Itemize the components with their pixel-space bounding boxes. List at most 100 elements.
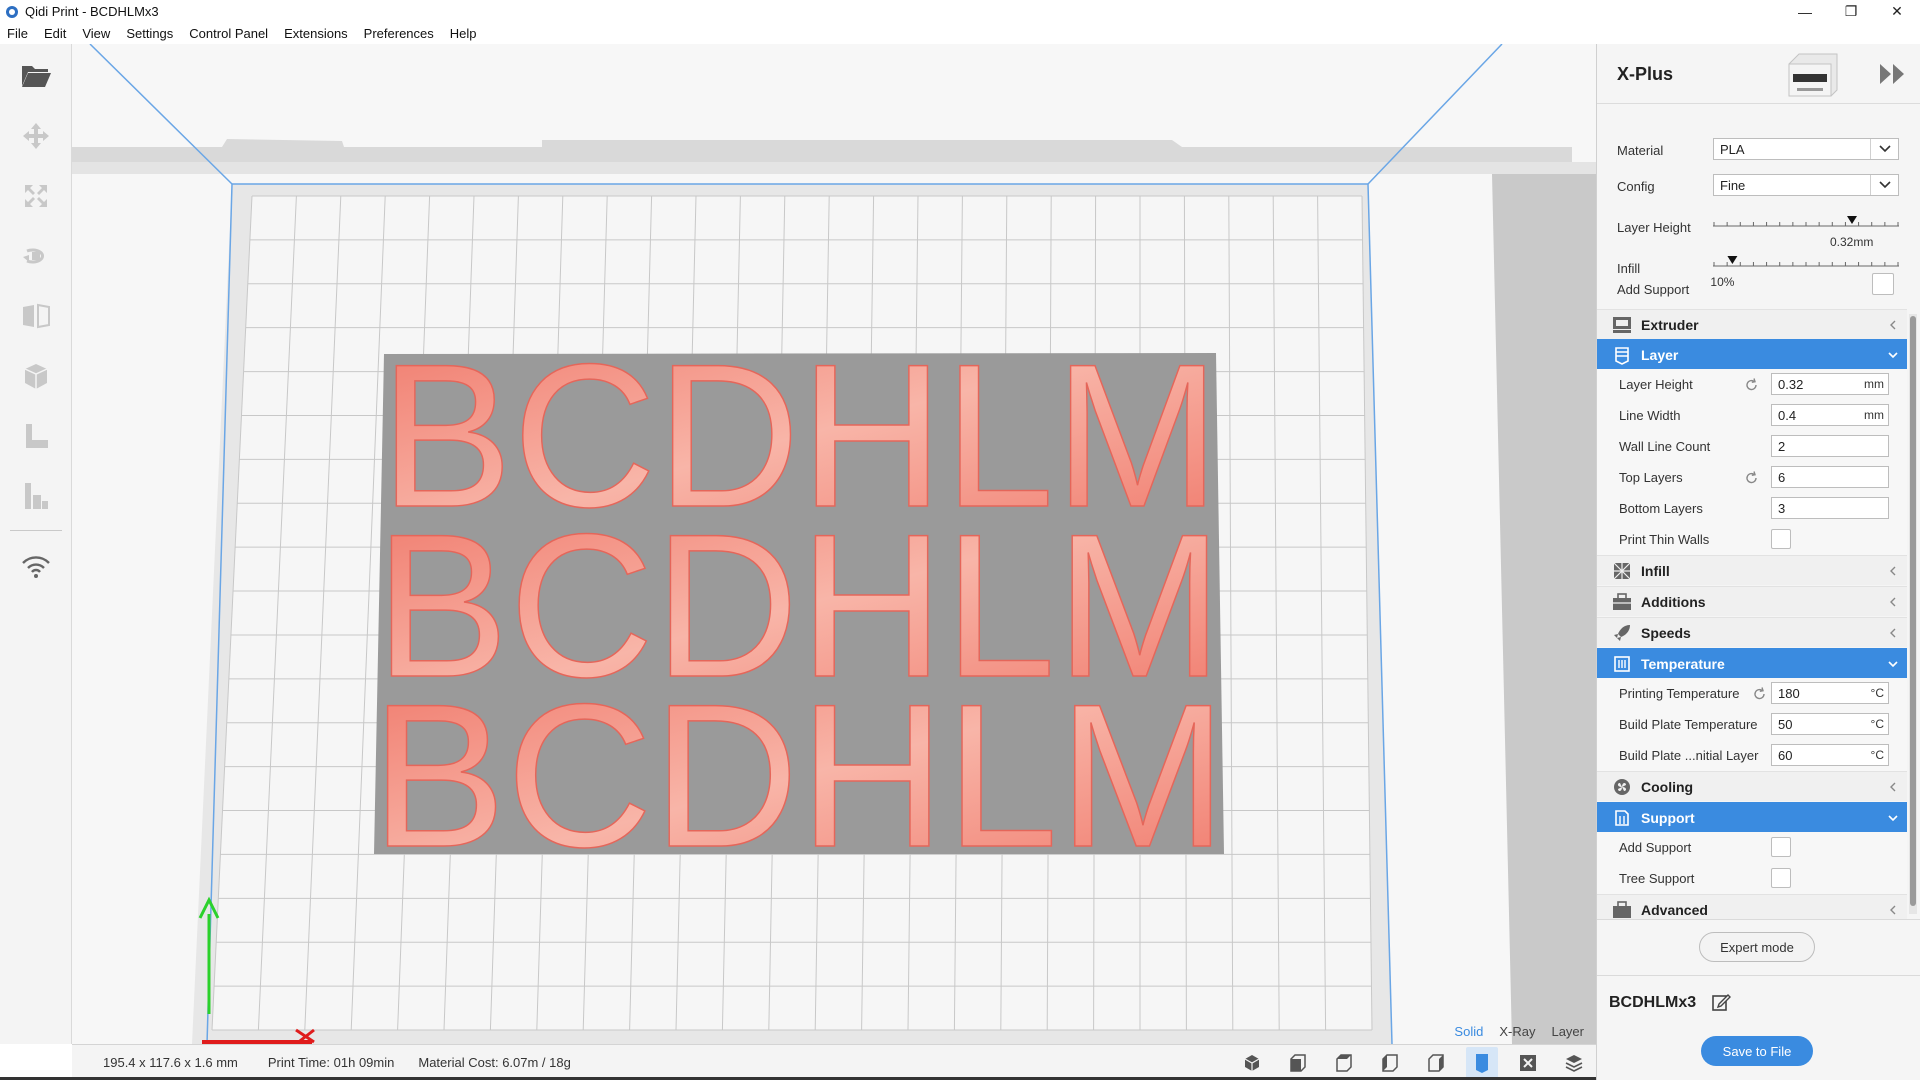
printing-temperature-value: 180 bbox=[1778, 685, 1800, 701]
menu-edit[interactable]: Edit bbox=[36, 26, 74, 41]
menu-bar: File Edit View Settings Control Panel Ex… bbox=[0, 23, 1920, 44]
window-title: Qidi Print - BCDHLMx3 bbox=[25, 4, 159, 19]
category-cooling[interactable]: Cooling bbox=[1597, 771, 1907, 801]
top-layers-input[interactable]: 6 bbox=[1771, 466, 1889, 488]
xray-view-button[interactable] bbox=[1512, 1047, 1544, 1079]
move-button[interactable] bbox=[16, 116, 56, 156]
infill-slider[interactable] bbox=[1713, 256, 1901, 272]
advanced-icon bbox=[1613, 900, 1631, 918]
viewport-3d[interactable]: BCDHLMBCDHLMBCDHLM Y Solid X-Ray Layer bbox=[72, 44, 1596, 1044]
category-speeds[interactable]: Speeds bbox=[1597, 617, 1907, 647]
category-advanced-label: Advanced bbox=[1641, 901, 1708, 918]
lay-flat-button[interactable] bbox=[16, 476, 56, 516]
layer-height-input[interactable]: 0.32 mm bbox=[1771, 373, 1889, 395]
view-mode-solid[interactable]: Solid bbox=[1454, 1024, 1483, 1039]
chevron-down-icon bbox=[1888, 815, 1898, 822]
layer-height-slider[interactable] bbox=[1713, 216, 1901, 232]
wifi-monitor-button[interactable] bbox=[16, 546, 56, 586]
per-model-settings-button[interactable] bbox=[16, 356, 56, 396]
toolbar-divider bbox=[10, 530, 62, 531]
setting-layer-height: Layer Height 0.32 mm bbox=[1597, 369, 1907, 400]
solid-view-icon bbox=[1476, 1054, 1488, 1073]
wifi-icon bbox=[22, 556, 50, 578]
chevron-left-icon bbox=[1890, 782, 1896, 792]
category-temperature[interactable]: Temperature bbox=[1597, 648, 1907, 678]
edit-icon[interactable] bbox=[1711, 992, 1731, 1012]
category-additions[interactable]: Additions bbox=[1597, 586, 1907, 616]
config-label: Config bbox=[1617, 179, 1655, 194]
chevron-down-icon bbox=[1878, 181, 1891, 189]
view-mode-xray[interactable]: X-Ray bbox=[1499, 1024, 1535, 1039]
print-thin-walls-checkbox[interactable] bbox=[1771, 529, 1791, 549]
menu-help[interactable]: Help bbox=[442, 26, 485, 41]
support-add-support-checkbox[interactable] bbox=[1771, 837, 1791, 857]
line-width-input[interactable]: 0.4 mm bbox=[1771, 404, 1889, 426]
printing-temperature-input[interactable]: 180 °C bbox=[1771, 682, 1889, 704]
scale-button[interactable] bbox=[16, 176, 56, 216]
view-left-button[interactable] bbox=[1374, 1047, 1406, 1079]
chevron-left-icon bbox=[1890, 320, 1896, 330]
top-layers-label: Top Layers bbox=[1619, 470, 1683, 485]
wall-line-count-input[interactable]: 2 bbox=[1771, 435, 1889, 457]
view-top-button[interactable] bbox=[1328, 1047, 1360, 1079]
view-front-button[interactable] bbox=[1282, 1047, 1314, 1079]
menu-control-panel[interactable]: Control Panel bbox=[181, 26, 276, 41]
menu-preferences[interactable]: Preferences bbox=[356, 26, 442, 41]
add-support-label: Add Support bbox=[1617, 282, 1690, 297]
printer-name[interactable]: X-Plus bbox=[1617, 64, 1673, 85]
job-area: BCDHLMx3 Save to File bbox=[1597, 975, 1920, 1080]
reset-icon[interactable] bbox=[1744, 470, 1760, 486]
rotate-button[interactable] bbox=[16, 236, 56, 276]
open-file-button[interactable] bbox=[16, 56, 56, 96]
minimize-button[interactable]: — bbox=[1782, 0, 1828, 23]
category-advanced[interactable]: Advanced bbox=[1597, 894, 1907, 919]
slider-handle[interactable] bbox=[1727, 256, 1738, 264]
menu-extensions[interactable]: Extensions bbox=[276, 26, 356, 41]
menu-view[interactable]: View bbox=[74, 26, 118, 41]
category-additions-label: Additions bbox=[1641, 593, 1706, 610]
infill-label: Infill bbox=[1617, 261, 1641, 276]
menu-file[interactable]: File bbox=[0, 26, 36, 41]
config-select[interactable]: Fine bbox=[1713, 174, 1899, 196]
view-mode-layer[interactable]: Layer bbox=[1551, 1024, 1584, 1039]
build-plate-temperature-input[interactable]: 50 °C bbox=[1771, 713, 1889, 735]
view-3d-button[interactable] bbox=[1236, 1047, 1268, 1079]
build-plate-temperature-label: Build Plate Temperature bbox=[1619, 717, 1758, 732]
save-to-file-button[interactable]: Save to File bbox=[1701, 1036, 1813, 1066]
support-add-support-label: Add Support bbox=[1619, 840, 1692, 855]
support-icon bbox=[1615, 809, 1629, 826]
view-right-button[interactable] bbox=[1420, 1047, 1452, 1079]
settings-scrollbar[interactable] bbox=[1909, 314, 1917, 914]
add-support-checkbox[interactable] bbox=[1872, 273, 1894, 295]
category-infill[interactable]: Infill bbox=[1597, 555, 1907, 585]
settings-scrollbar-thumb[interactable] bbox=[1910, 316, 1916, 906]
bottom-layers-input[interactable]: 3 bbox=[1771, 497, 1889, 519]
collapse-panel-icon[interactable] bbox=[1877, 60, 1907, 88]
category-support-label: Support bbox=[1641, 809, 1695, 826]
support-blocker-button[interactable] bbox=[16, 416, 56, 456]
wall-line-count-value: 2 bbox=[1778, 438, 1786, 454]
expert-mode-button[interactable]: Expert mode bbox=[1699, 932, 1815, 962]
reset-icon[interactable] bbox=[1752, 686, 1768, 702]
tree-support-checkbox[interactable] bbox=[1771, 868, 1791, 888]
maximize-button[interactable]: ❐ bbox=[1828, 0, 1874, 23]
reset-icon[interactable] bbox=[1744, 377, 1760, 393]
build-plate-initial-layer-input[interactable]: 60 °C bbox=[1771, 744, 1889, 766]
category-support[interactable]: Support bbox=[1597, 802, 1907, 832]
view-right-icon bbox=[1428, 1054, 1444, 1072]
close-button[interactable]: ✕ bbox=[1874, 0, 1920, 23]
mirror-button[interactable] bbox=[16, 296, 56, 336]
category-layer[interactable]: Layer bbox=[1597, 339, 1907, 369]
extruder-icon bbox=[1613, 316, 1631, 333]
menu-settings[interactable]: Settings bbox=[118, 26, 181, 41]
layer-height-setting-label: Layer Height bbox=[1619, 377, 1693, 392]
model-text-row[interactable]: BCDHLM bbox=[370, 661, 1228, 891]
solid-view-button[interactable] bbox=[1466, 1047, 1498, 1079]
build-volume-rim bbox=[72, 162, 1596, 174]
config-value: Fine bbox=[1720, 177, 1746, 193]
chevron-left-icon bbox=[1890, 566, 1896, 576]
layer-view-button[interactable] bbox=[1558, 1047, 1590, 1079]
category-extruder[interactable]: Extruder bbox=[1597, 309, 1907, 339]
slider-handle[interactable] bbox=[1847, 216, 1857, 224]
material-select[interactable]: PLA bbox=[1713, 138, 1899, 160]
